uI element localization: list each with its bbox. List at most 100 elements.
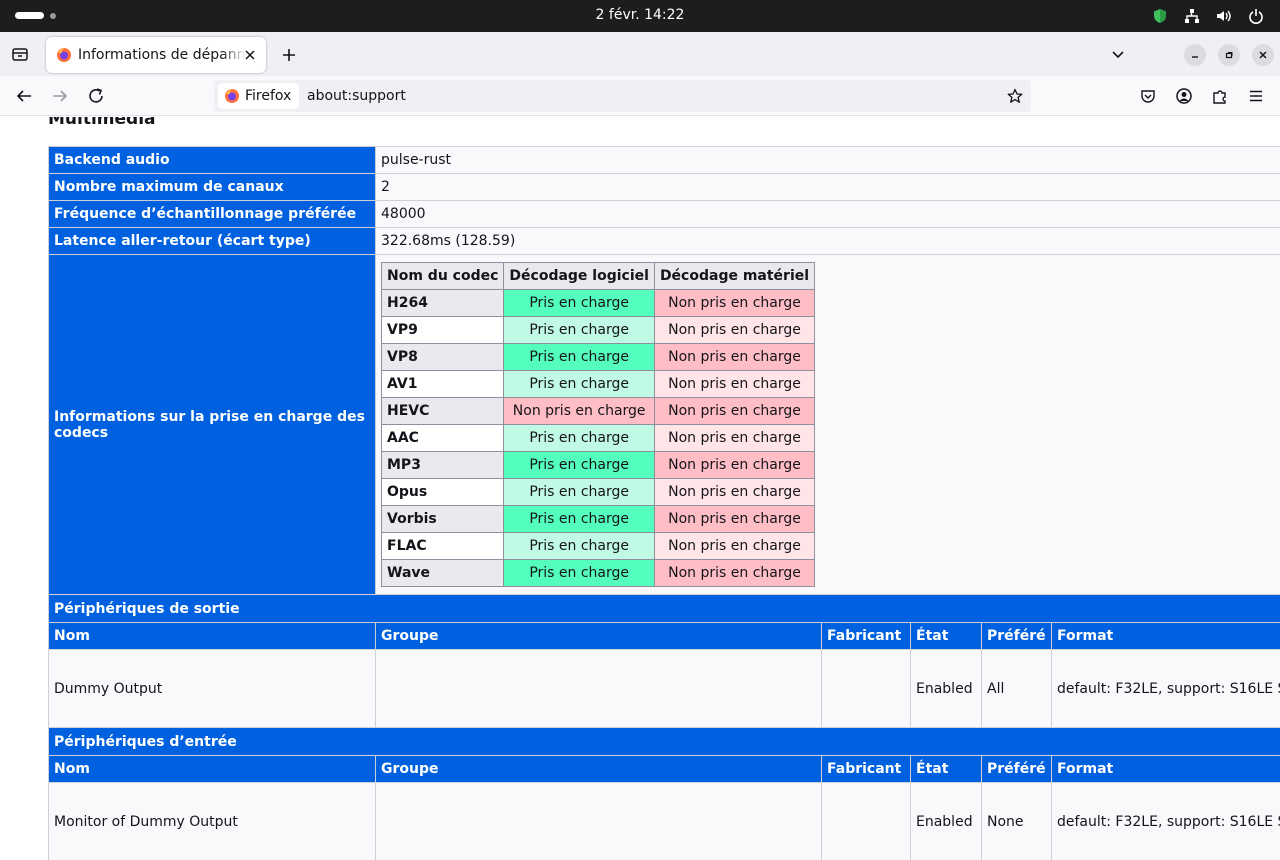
system-tray[interactable] bbox=[1150, 6, 1266, 26]
codec-name: H264 bbox=[380, 289, 505, 317]
codec-support-row: Informations sur la prise en charge des … bbox=[48, 254, 1280, 595]
firefox-view-icon[interactable] bbox=[8, 42, 32, 66]
column-header: Groupe bbox=[375, 622, 822, 650]
codec-software-status: Non pris en charge bbox=[503, 397, 655, 425]
close-tab-icon[interactable] bbox=[242, 47, 258, 63]
column-header: Format bbox=[1050, 622, 1280, 650]
reload-icon[interactable] bbox=[84, 84, 108, 108]
clock[interactable]: 2 févr. 14:22 bbox=[0, 7, 1280, 23]
codec-row: HEVC Non pris en charge Non pris en charge bbox=[380, 397, 816, 425]
device-vendor bbox=[821, 782, 911, 860]
column-header: Nom bbox=[48, 755, 376, 783]
extensions-puzzle-icon[interactable] bbox=[1208, 84, 1232, 108]
url-text[interactable]: about:support bbox=[307, 88, 406, 104]
codec-name: VP9 bbox=[380, 316, 505, 344]
device-name: Monitor of Dummy Output bbox=[48, 782, 376, 860]
input-devices-columns: Nom Groupe Fabricant État Préféré Format bbox=[48, 755, 1280, 783]
codec-hardware-status: Non pris en charge bbox=[653, 397, 816, 425]
close-window-button[interactable] bbox=[1252, 44, 1274, 66]
output-devices-header-row: Périphériques de sortie bbox=[47, 594, 1280, 623]
codec-hardware-status: Non pris en charge bbox=[653, 316, 816, 344]
page-content: Multimédia Backend audio pulse-rust Nomb… bbox=[0, 117, 1280, 860]
power-icon[interactable] bbox=[1246, 6, 1266, 26]
back-arrow-icon[interactable] bbox=[12, 84, 36, 108]
codec-software-status: Pris en charge bbox=[503, 505, 655, 533]
codec-hardware-status: Non pris en charge bbox=[653, 532, 816, 560]
device-name: Dummy Output bbox=[48, 649, 376, 728]
codec-hardware-status: Non pris en charge bbox=[653, 343, 816, 371]
codec-hardware-status: Non pris en charge bbox=[653, 559, 816, 587]
codec-row: VP8 Pris en charge Non pris en charge bbox=[380, 343, 816, 371]
hamburger-menu-icon[interactable] bbox=[1244, 84, 1268, 108]
bookmark-star-icon[interactable] bbox=[1005, 86, 1025, 106]
codec-hardware-status: Non pris en charge bbox=[653, 451, 816, 479]
row-value: 48000 bbox=[374, 200, 1280, 228]
codec-name: AAC bbox=[380, 424, 505, 452]
device-group bbox=[375, 782, 822, 860]
codec-table: Nom du codec Décodage logiciel Décodage … bbox=[380, 262, 816, 587]
codec-row: Wave Pris en charge Non pris en charge bbox=[380, 559, 816, 587]
codec-software-status: Pris en charge bbox=[503, 370, 655, 398]
codec-software-status: Pris en charge bbox=[503, 559, 655, 587]
row-key: Informations sur la prise en charge des … bbox=[48, 254, 376, 595]
info-row: Nombre maximum de canaux 2 bbox=[48, 173, 1280, 201]
forward-arrow-icon[interactable] bbox=[48, 84, 72, 108]
column-header: Format bbox=[1050, 755, 1280, 783]
codec-software-status: Pris en charge bbox=[503, 316, 655, 344]
codec-software-status: Pris en charge bbox=[503, 451, 655, 479]
output-devices-columns: Nom Groupe Fabricant État Préféré Format bbox=[48, 622, 1280, 650]
new-tab-button[interactable] bbox=[278, 44, 300, 66]
minimize-window-button[interactable] bbox=[1184, 44, 1206, 66]
tab-troubleshooting[interactable]: Informations de dépannage bbox=[46, 37, 266, 73]
column-header: État bbox=[910, 755, 982, 783]
address-bar[interactable]: Firefox about:support bbox=[214, 80, 1031, 112]
codec-name: VP8 bbox=[380, 343, 505, 371]
account-icon[interactable] bbox=[1172, 84, 1196, 108]
column-header: État bbox=[910, 622, 982, 650]
codec-hardware-status: Non pris en charge bbox=[653, 505, 816, 533]
firefox-logo-icon bbox=[225, 89, 239, 103]
codec-row: H264 Pris en charge Non pris en charge bbox=[380, 289, 816, 317]
device-state: Enabled bbox=[910, 649, 982, 728]
codec-row: MP3 Pris en charge Non pris en charge bbox=[380, 451, 816, 479]
list-all-tabs-chevron-down-icon[interactable] bbox=[1108, 44, 1128, 64]
codec-software-status: Pris en charge bbox=[503, 289, 655, 317]
system-top-bar: 2 févr. 14:22 bbox=[0, 0, 1280, 32]
codec-header-hardware: Décodage matériel bbox=[653, 262, 816, 290]
table-row: Dummy Output Enabled All default: F32LE,… bbox=[48, 649, 1280, 728]
navigation-toolbar: Firefox about:support bbox=[0, 76, 1280, 116]
device-preferred: None bbox=[981, 782, 1052, 860]
codec-row: Opus Pris en charge Non pris en charge bbox=[380, 478, 816, 506]
column-header: Groupe bbox=[375, 755, 822, 783]
input-devices-title: Périphériques d’entrée bbox=[47, 727, 1280, 756]
codec-name: FLAC bbox=[380, 532, 505, 560]
codec-name: Opus bbox=[380, 478, 505, 506]
tab-title: Informations de dépannage bbox=[78, 47, 246, 63]
tab-strip: Informations de dépannage bbox=[0, 32, 1280, 76]
device-group bbox=[375, 649, 822, 728]
info-row: Backend audio pulse-rust bbox=[48, 146, 1280, 174]
device-state: Enabled bbox=[910, 782, 982, 860]
identity-box[interactable]: Firefox bbox=[218, 83, 300, 109]
volume-icon[interactable] bbox=[1214, 6, 1234, 26]
codec-software-status: Pris en charge bbox=[503, 532, 655, 560]
codec-hardware-status: Non pris en charge bbox=[653, 478, 816, 506]
codec-hardware-status: Non pris en charge bbox=[653, 424, 816, 452]
codec-row: FLAC Pris en charge Non pris en charge bbox=[380, 532, 816, 560]
row-key: Fréquence d’échantillonnage préférée bbox=[48, 200, 376, 228]
output-devices-title: Périphériques de sortie bbox=[47, 594, 1280, 623]
column-header: Nom bbox=[48, 622, 376, 650]
pocket-icon[interactable] bbox=[1136, 84, 1160, 108]
codec-header-software: Décodage logiciel bbox=[503, 262, 655, 290]
security-shield-icon[interactable] bbox=[1150, 6, 1170, 26]
row-value: 322.68ms (128.59) bbox=[374, 227, 1280, 255]
codec-hardware-status: Non pris en charge bbox=[653, 370, 816, 398]
device-vendor bbox=[821, 649, 911, 728]
codec-hardware-status: Non pris en charge bbox=[653, 289, 816, 317]
restore-window-button[interactable] bbox=[1218, 44, 1240, 66]
codec-software-status: Pris en charge bbox=[503, 424, 655, 452]
row-value: pulse-rust bbox=[374, 146, 1280, 174]
column-header: Préféré bbox=[981, 622, 1052, 650]
section-title: Multimédia bbox=[48, 117, 156, 129]
network-icon[interactable] bbox=[1182, 6, 1202, 26]
